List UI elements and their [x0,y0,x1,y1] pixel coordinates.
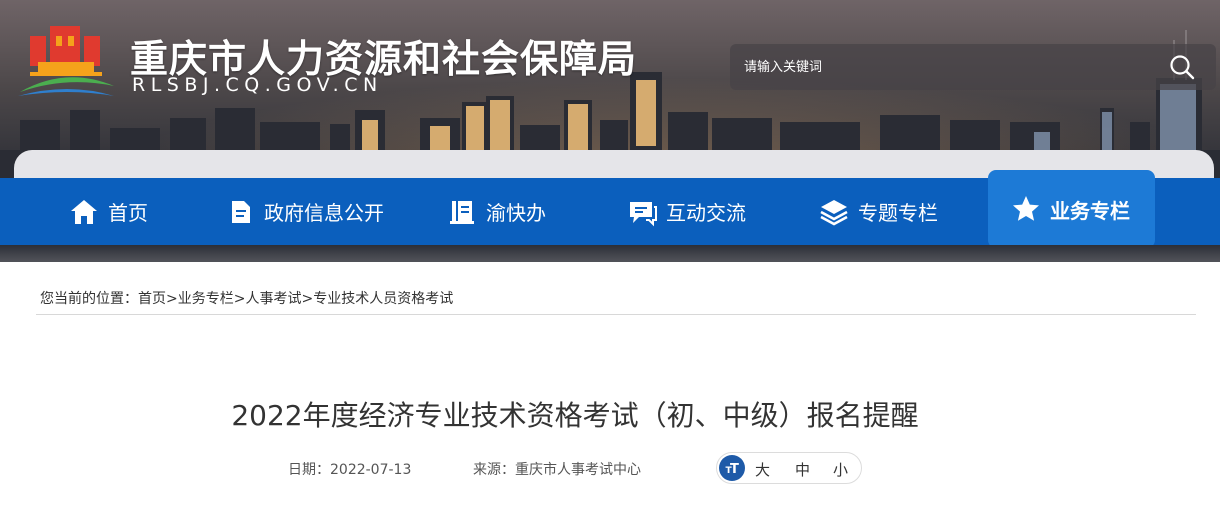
breadcrumb-prefix: 您当前的位置： [40,291,138,307]
nav-item-special-topics[interactable]: 专题专栏 [818,178,938,245]
breadcrumb-separator: > [166,291,178,307]
breadcrumb-separator: > [301,291,314,307]
font-size-medium-button[interactable]: 中 [795,459,810,480]
font-size-small-button[interactable]: 小 [833,459,848,480]
search-icon[interactable] [1168,53,1196,81]
breadcrumb-link-qualification-exam[interactable]: 专业技术人员资格考试 [313,291,453,307]
star-icon [1013,196,1039,221]
source-value: 重庆市人事考试中心 [515,462,641,478]
font-size-switcher: T T 大 中 小 [716,452,862,484]
service-book-icon [450,200,474,224]
breadcrumb-separator: > [233,291,246,307]
nav-item-gov-info[interactable]: 政府信息公开 [224,178,384,245]
chat-icon [630,201,657,226]
search-bar [730,44,1216,90]
font-size-icon: T T [719,455,745,481]
nav-item-interaction[interactable]: 互动交流 [626,178,746,245]
nav-item-yukuaiban[interactable]: 渝快办 [446,178,546,245]
nav-item-business[interactable]: 业务专栏 [988,170,1155,248]
breadcrumb: 您当前的位置：首页>业务专栏>人事考试>专业技术人员资格考试 [40,288,453,308]
nav-item-label: 渝快办 [486,201,546,225]
article-date: 日期：2022-07-13 [288,459,411,479]
article-title: 2022年度经济专业技术资格考试（初、中级）报名提醒 [231,399,919,432]
nav-item-label: 首页 [108,201,148,225]
breadcrumb-bar: 您当前的位置：首页>业务专栏>人事考试>专业技术人员资格考试 [0,262,1220,336]
date-value: 2022-07-13 [330,462,412,478]
date-label: 日期： [288,462,330,478]
document-icon [232,200,250,223]
source-label: 来源： [473,462,515,478]
article-source: 来源：重庆市人事考试中心 [473,459,641,479]
main-nav: 首页 政府信息公开 渝快办 互动交流 专题专栏 业务专栏 [0,170,1220,248]
font-size-large-button[interactable]: 大 [755,459,770,480]
nav-item-label: 政府信息公开 [264,201,384,225]
svg-text:T: T [730,462,739,477]
home-icon [71,199,97,224]
nav-item-label: 互动交流 [666,201,746,225]
nav-item-home[interactable]: 首页 [68,178,148,245]
breadcrumb-link-home[interactable]: 首页 [138,291,166,307]
nav-item-label: 业务专栏 [1050,198,1130,223]
bureau-logo-icon [18,26,114,96]
layers-icon [820,199,848,225]
site-url: RLSBJ.CQ.GOV.CN [132,74,383,96]
breadcrumb-link-personnel-exam[interactable]: 人事考试 [245,291,301,307]
breadcrumb-divider [36,314,1196,315]
search-input[interactable] [744,56,1144,78]
breadcrumb-link-business[interactable]: 业务专栏 [178,291,234,307]
nav-item-label: 专题专栏 [858,201,938,225]
nav-shadow-strip [0,245,1220,263]
